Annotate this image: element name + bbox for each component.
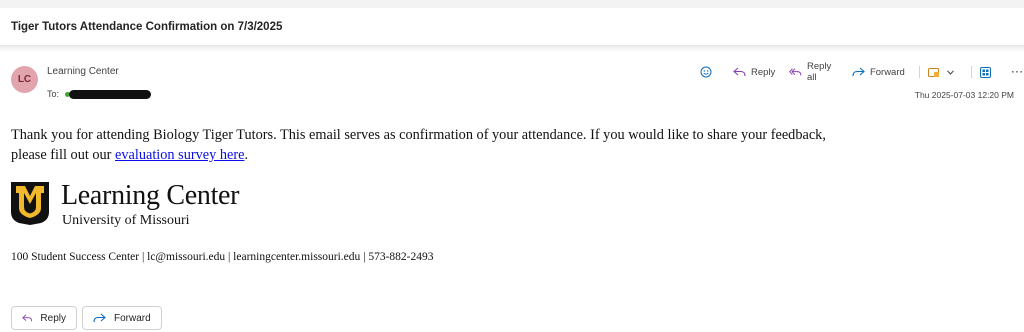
subject-divider <box>0 46 1024 52</box>
sender-name[interactable]: Learning Center <box>47 66 119 77</box>
apps-dropdown-button[interactable] <box>927 67 959 78</box>
forward-icon <box>93 313 106 322</box>
reply-icon <box>733 67 746 76</box>
mizzou-logo-icon <box>11 182 49 225</box>
email-body: Thank you for attending Biology Tiger Tu… <box>11 125 1011 165</box>
signature-subtitle: University of Missouri <box>62 213 190 228</box>
immersive-reader-button[interactable] <box>979 66 996 78</box>
bottom-forward-label: Forward <box>114 312 151 324</box>
recipient-line: To: <box>47 89 152 99</box>
sender-avatar[interactable]: LC <box>11 66 38 93</box>
to-label: To: <box>47 89 60 99</box>
bottom-reply-button[interactable]: Reply <box>11 306 77 330</box>
body-line-2-suffix: . <box>244 147 249 163</box>
forward-button[interactable]: Forward <box>852 67 905 78</box>
bottom-reply-label: Reply <box>40 312 66 324</box>
reply-all-icon <box>789 67 802 75</box>
body-line-2-prefix: please fill out our <box>11 147 116 163</box>
toolbar-separator <box>918 66 920 78</box>
top-strip <box>0 0 1024 8</box>
subject-bar: Tiger Tutors Attendance Confirmation on … <box>0 8 1024 46</box>
forward-label: Forward <box>869 66 905 78</box>
smiley-icon <box>700 66 712 78</box>
bottom-forward-button[interactable]: Forward <box>82 306 162 330</box>
redacted-recipient[interactable] <box>69 89 152 99</box>
signature-title: Learning Center <box>61 180 240 211</box>
grid-view-icon <box>979 66 991 78</box>
reply-label: Reply <box>751 66 776 78</box>
email-timestamp: Thu 2025-07-03 12:20 PM <box>914 90 1014 100</box>
evaluation-survey-link[interactable]: evaluation survey here <box>115 147 244 163</box>
message-actions-toolbar: Reply Reply all Forward ··· <box>700 61 1024 83</box>
reply-all-button[interactable]: Reply all <box>789 61 838 83</box>
react-button[interactable] <box>700 66 717 78</box>
reply-all-label: Reply all <box>807 61 832 83</box>
toolbar-separator <box>970 66 972 78</box>
body-line-1: Thank you for attending Biology Tiger Tu… <box>11 127 826 143</box>
more-actions-button[interactable]: ··· <box>1012 67 1024 78</box>
signature-contact-line: 100 Student Success Center | lc@missouri… <box>11 251 434 263</box>
apps-icon <box>927 67 939 77</box>
forward-icon <box>852 67 865 76</box>
reply-button[interactable]: Reply <box>733 67 775 78</box>
reply-icon <box>22 314 33 321</box>
chevron-down-icon <box>946 69 954 75</box>
more-actions-icon: ··· <box>1011 66 1024 78</box>
email-subject: Tiger Tutors Attendance Confirmation on … <box>11 21 283 33</box>
